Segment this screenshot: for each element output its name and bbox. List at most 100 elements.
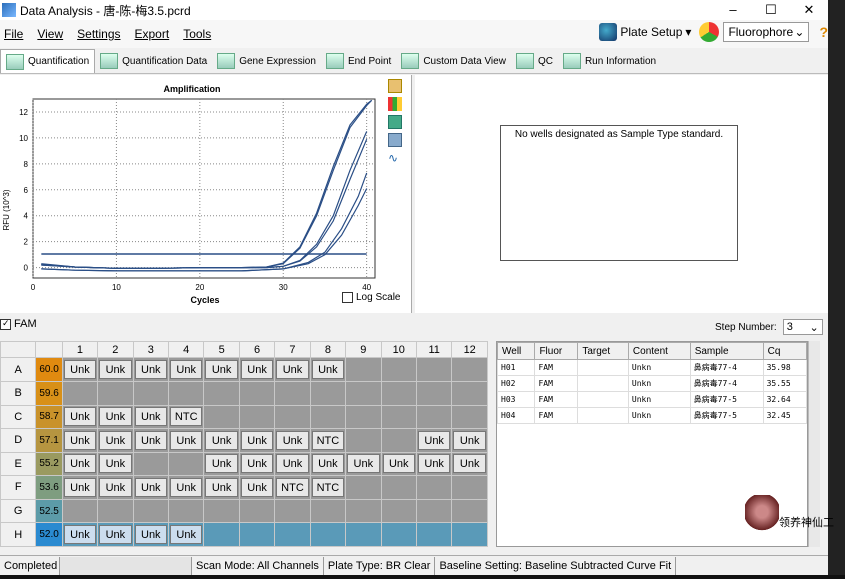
- well[interactable]: Unk: [61, 357, 99, 382]
- well[interactable]: Unk: [132, 404, 170, 430]
- table-row[interactable]: H04 FAM Unkn 鼻病毒77-5 32.45: [496, 407, 808, 424]
- well[interactable]: Unk: [97, 428, 134, 453]
- row-header[interactable]: G: [0, 498, 37, 524]
- well[interactable]: Unk: [274, 451, 311, 477]
- log-scale-checkbox[interactable]: [342, 292, 353, 303]
- well[interactable]: [238, 404, 276, 430]
- well[interactable]: Unk: [61, 451, 99, 477]
- well[interactable]: [97, 380, 134, 406]
- column-header[interactable]: 12: [451, 340, 488, 359]
- amplification-chart[interactable]: Amplification Cycles RFU (10^3) 0 2 4 6 8 10 1…: [0, 75, 400, 313]
- well[interactable]: [132, 451, 170, 477]
- well[interactable]: [274, 404, 311, 430]
- well[interactable]: [203, 498, 240, 524]
- column-header[interactable]: 1: [61, 340, 99, 359]
- well[interactable]: [451, 498, 488, 524]
- well[interactable]: Unk: [97, 451, 134, 477]
- image-icon[interactable]: [388, 133, 402, 147]
- well[interactable]: [380, 475, 417, 500]
- column-header[interactable]: 4: [167, 340, 205, 359]
- well[interactable]: [345, 522, 382, 547]
- well[interactable]: [380, 357, 417, 382]
- row-header[interactable]: E: [0, 451, 37, 477]
- well[interactable]: Unk: [132, 475, 170, 500]
- plate-setup-button[interactable]: Plate Setup ▾: [595, 23, 695, 41]
- well[interactable]: Unk: [274, 428, 311, 453]
- row-header[interactable]: C: [0, 404, 37, 430]
- minimize-button[interactable]: –: [714, 0, 752, 20]
- well[interactable]: [132, 380, 170, 406]
- maximize-button[interactable]: ☐: [752, 0, 790, 20]
- menu-tools[interactable]: Tools: [183, 27, 211, 41]
- well[interactable]: Unk: [309, 357, 347, 382]
- tab-custom-data-view[interactable]: Custom Data View: [396, 49, 511, 73]
- well[interactable]: [451, 522, 488, 547]
- well[interactable]: Unk: [167, 357, 205, 382]
- well[interactable]: [238, 522, 276, 547]
- well[interactable]: [61, 498, 99, 524]
- well[interactable]: [380, 498, 417, 524]
- well[interactable]: Unk: [238, 451, 276, 477]
- well[interactable]: Unk: [203, 451, 240, 477]
- well[interactable]: Unk: [451, 451, 488, 477]
- avatar[interactable]: [745, 495, 779, 537]
- well[interactable]: [451, 357, 488, 382]
- well[interactable]: [380, 522, 417, 547]
- table-row[interactable]: H03 FAM Unkn 鼻病毒77-5 32.64: [496, 391, 808, 408]
- column-header[interactable]: Sample: [689, 342, 764, 360]
- well[interactable]: Unk: [238, 475, 276, 500]
- column-header[interactable]: 7: [274, 340, 311, 359]
- well[interactable]: Unk: [309, 451, 347, 477]
- well[interactable]: [309, 498, 347, 524]
- column-header[interactable]: 8: [309, 340, 347, 359]
- well[interactable]: NTC: [309, 475, 347, 500]
- table-row[interactable]: H02 FAM Unkn 鼻病毒77-4 35.55: [496, 375, 808, 392]
- well[interactable]: Unk: [61, 404, 99, 430]
- well[interactable]: Unk: [167, 428, 205, 453]
- help-icon[interactable]: ?: [819, 24, 828, 40]
- column-header[interactable]: Cq: [762, 342, 808, 360]
- well[interactable]: Unk: [415, 451, 453, 477]
- well[interactable]: Unk: [203, 357, 240, 382]
- fam-toggle[interactable]: FAM: [0, 318, 37, 330]
- well[interactable]: Unk: [380, 451, 417, 477]
- fluorophore-select[interactable]: Fluorophore ⌄: [723, 22, 810, 42]
- well[interactable]: [415, 380, 453, 406]
- well[interactable]: Unk: [132, 522, 170, 547]
- well[interactable]: Unk: [415, 428, 453, 453]
- well[interactable]: Unk: [61, 428, 99, 453]
- row-header[interactable]: D: [0, 428, 37, 453]
- well[interactable]: Unk: [97, 522, 134, 547]
- well[interactable]: Unk: [203, 428, 240, 453]
- close-button[interactable]: ✕: [790, 0, 828, 20]
- well[interactable]: [415, 475, 453, 500]
- well[interactable]: NTC: [167, 404, 205, 430]
- well[interactable]: [345, 498, 382, 524]
- well[interactable]: Unk: [274, 357, 311, 382]
- well[interactable]: [132, 498, 170, 524]
- row-header[interactable]: B: [0, 380, 37, 406]
- well[interactable]: [415, 498, 453, 524]
- tab-gene-expression[interactable]: Gene Expression: [212, 49, 321, 73]
- well[interactable]: [345, 404, 382, 430]
- well[interactable]: [167, 451, 205, 477]
- tab-quantification[interactable]: Quantification: [0, 49, 96, 73]
- well[interactable]: Unk: [238, 357, 276, 382]
- tab-quantification-data[interactable]: Quantification Data: [95, 49, 212, 73]
- well[interactable]: Unk: [97, 404, 134, 430]
- well[interactable]: [380, 380, 417, 406]
- well[interactable]: [380, 428, 417, 453]
- well[interactable]: [380, 404, 417, 430]
- row-header[interactable]: F: [0, 475, 37, 500]
- column-header[interactable]: 2: [97, 340, 134, 359]
- menu-settings[interactable]: Settings: [77, 27, 120, 41]
- well[interactable]: [238, 498, 276, 524]
- well[interactable]: [238, 380, 276, 406]
- column-header[interactable]: Well: [496, 342, 536, 360]
- well[interactable]: Unk: [132, 428, 170, 453]
- well[interactable]: [203, 380, 240, 406]
- well[interactable]: [274, 498, 311, 524]
- well[interactable]: [61, 380, 99, 406]
- column-header[interactable]: Target: [577, 342, 629, 360]
- step-number-select[interactable]: 3 ⌄: [782, 319, 823, 335]
